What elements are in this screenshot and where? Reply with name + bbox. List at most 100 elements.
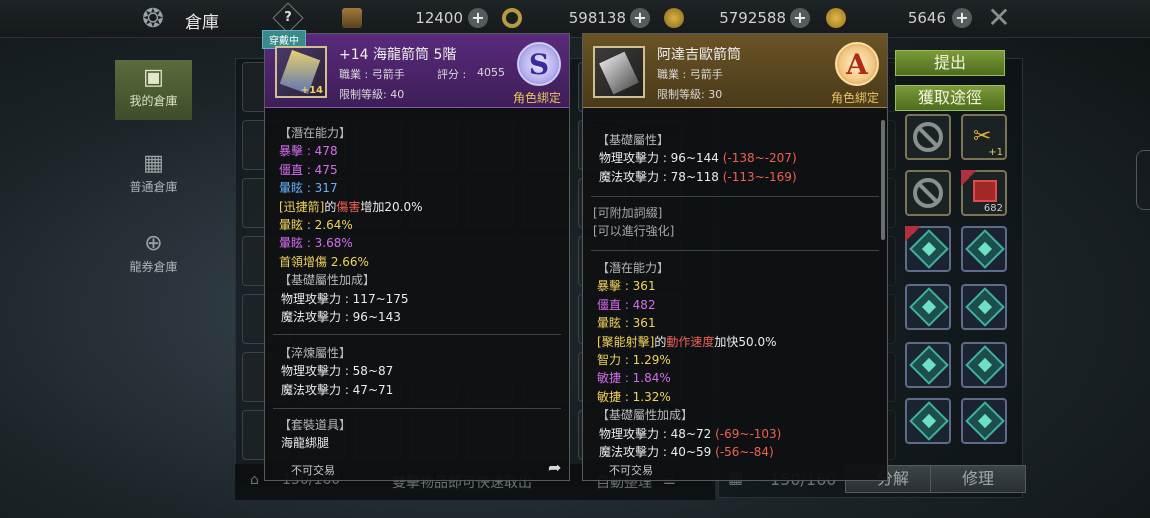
section-title: 【淬煉屬性】 (279, 346, 352, 360)
nav-my-storage-label: 我的倉庫 (129, 94, 178, 108)
gem-icon (965, 401, 1005, 441)
add-coin-button[interactable]: + (952, 8, 972, 28)
repair-button[interactable]: 修理 (930, 465, 1026, 493)
extra-section: [可附加詞綴] [可以進行強化] (593, 204, 674, 241)
potential-section: 【潛在能力】 暴擊 : 361 僵直 : 482 暈眩 : 361 [聚能射擊]… (597, 259, 781, 461)
quiver-icon (593, 46, 645, 98)
inventory-slot[interactable] (905, 398, 951, 444)
stat-line: 暈眩 : 317 (279, 181, 338, 196)
close-icon[interactable]: ✕ (985, 4, 1013, 32)
side-handle[interactable] (1136, 150, 1150, 210)
gem-icon (965, 287, 1005, 327)
compare-item-tooltip: 阿達吉歐箭筒 職業 : 弓箭手 限制等級: 30 A 角色綁定 【基礎屬性】 物… (582, 33, 888, 481)
quiver-icon: +14 (275, 46, 327, 98)
inventory-slot[interactable] (961, 398, 1007, 444)
skill-stat-line: [聚能射擊]的動作速度加快50.0% (597, 334, 777, 349)
inventory-slot[interactable] (961, 284, 1007, 330)
item-level: 限制等級: 30 (657, 88, 723, 101)
inventory-slot[interactable]: 682 (961, 170, 1007, 216)
home-icon[interactable]: ⌂ (250, 472, 259, 488)
skill-stat-line: [迅捷箭]的傷害增加20.0% (279, 199, 423, 214)
coin-pouch-icon (664, 8, 684, 28)
set-item-name: 海龍綁腿 (281, 436, 330, 451)
inventory-slot[interactable]: ✂ +1 (961, 114, 1007, 160)
tooltip-scrollbar[interactable] (881, 120, 885, 240)
item-name: 阿達吉歐箭筒 (657, 47, 741, 63)
divider (591, 250, 879, 251)
stat-line: 僵直 : 482 (597, 297, 656, 312)
section-title: [可附加詞綴] (593, 206, 663, 220)
currency-gold-value: 5792588 (719, 9, 786, 27)
nav-normal-storage-label: 普通倉庫 (129, 180, 178, 194)
currency-ring-value: 598138 (568, 9, 626, 27)
inventory-slot[interactable] (905, 114, 951, 160)
add-gold-button[interactable]: + (790, 8, 810, 28)
divider (273, 408, 561, 409)
section-title: 【基礎屬性】 (597, 133, 670, 147)
share-icon[interactable]: ➦ (548, 458, 561, 477)
stat-line: 魔法攻擊力 : 78~118 (-113~-169) (599, 169, 797, 184)
equipped-item-tooltip: 穿戴中 +14 +14 海龍箭筒 5階 職業 : 弓箭手 評分 : 4055 限… (262, 30, 570, 481)
stat-line: 暈眩 : 2.64% (279, 218, 353, 233)
stat-line: 敏捷 : 1.32% (597, 389, 671, 404)
nav-coupon-storage[interactable]: ⊕ 龍券倉庫 (115, 226, 192, 286)
item-class: 職業 : 弓箭手 (657, 68, 723, 81)
page-title: 倉庫 (185, 13, 219, 33)
ticket-icon (342, 8, 362, 28)
bind-status: 角色綁定 (830, 91, 879, 105)
nav-coupon-storage-label: 龍券倉庫 (129, 260, 178, 274)
locked-slot-icon (913, 122, 943, 152)
item-score: 4055 (477, 66, 505, 79)
add-ticket-button[interactable]: + (468, 8, 488, 28)
stat-line: 物理攻擊力 : 96~144 (-138~-207) (599, 151, 797, 166)
stat-line: 暈眩 : 3.68% (279, 236, 353, 251)
trade-status: 不可交易 (291, 464, 335, 477)
divider (273, 334, 561, 335)
nav-my-storage[interactable]: ▣ 我的倉庫 (115, 60, 192, 120)
temper-section: 【淬煉屬性】 物理攻擊力 : 58~87 魔法攻擊力 : 47~71 (279, 344, 393, 399)
dragon-crest-icon: ❂ (142, 4, 164, 34)
currency-ticket-value: 12400 (415, 9, 463, 27)
top-bar: ❂ 倉庫 ? 12400 + 598138 + 5792588 + 5646 +… (0, 0, 1150, 38)
gem-icon (909, 287, 949, 327)
stat-line: 僵直 : 475 (279, 162, 338, 177)
box-icon: ▣ (143, 65, 164, 90)
nav-normal-storage[interactable]: ▦ 普通倉庫 (115, 146, 192, 206)
item-class: 職業 : 弓箭手 (339, 68, 405, 81)
inventory-slot[interactable] (905, 170, 951, 216)
locked-slot-icon (913, 178, 943, 208)
currency-coin-value: 5646 (907, 9, 946, 27)
inventory-slot[interactable] (905, 342, 951, 388)
stat-line: 暴擊 : 361 (597, 279, 656, 294)
stat-line: 魔法攻擊力 : 40~59 (-56~-84) (599, 445, 774, 460)
potential-section: 【潛在能力】 暴擊 : 478 僵直 : 475 暈眩 : 317 [迅捷箭]的… (279, 124, 423, 326)
item-name: +14 海龍箭筒 5階 (339, 47, 457, 63)
enhance-note: [可以進行強化] (593, 224, 675, 239)
help-button[interactable]: ? (272, 2, 304, 34)
grade-badge: A (835, 42, 879, 86)
inventory-slot[interactable] (905, 226, 951, 272)
stat-line: 暴擊 : 478 (279, 144, 338, 159)
gold-ring-icon (502, 8, 522, 28)
trade-status: 不可交易 (609, 464, 653, 477)
slot-count: 682 (983, 203, 1003, 214)
section-title: 【套裝道具】 (279, 418, 352, 432)
gem-icon (965, 229, 1005, 269)
inventory-slot[interactable] (961, 342, 1007, 388)
inventory-slot[interactable] (961, 226, 1007, 272)
item-level: 限制等級: 40 (339, 88, 405, 101)
stat-line: 魔法攻擊力 : 47~71 (281, 382, 394, 397)
obtain-method-button[interactable]: 獲取途徑 (895, 85, 1005, 111)
stat-line: 智力 : 1.29% (597, 353, 671, 368)
section-title: 【基礎屬性加成】 (597, 408, 694, 423)
gem-icon (909, 345, 949, 385)
stat-line: 物理攻擊力 : 117~175 (281, 291, 409, 306)
add-ring-currency-button[interactable]: + (630, 8, 650, 28)
section-title: 【基礎屬性加成】 (279, 273, 376, 288)
help-icon: ? (284, 10, 292, 25)
withdraw-button[interactable]: 提出 (895, 50, 1005, 76)
inventory-slot[interactable] (905, 284, 951, 330)
stat-line: 物理攻擊力 : 48~72 (-69~-103) (599, 426, 782, 441)
divider (591, 196, 879, 197)
scissors-icon: ✂ (973, 124, 992, 149)
